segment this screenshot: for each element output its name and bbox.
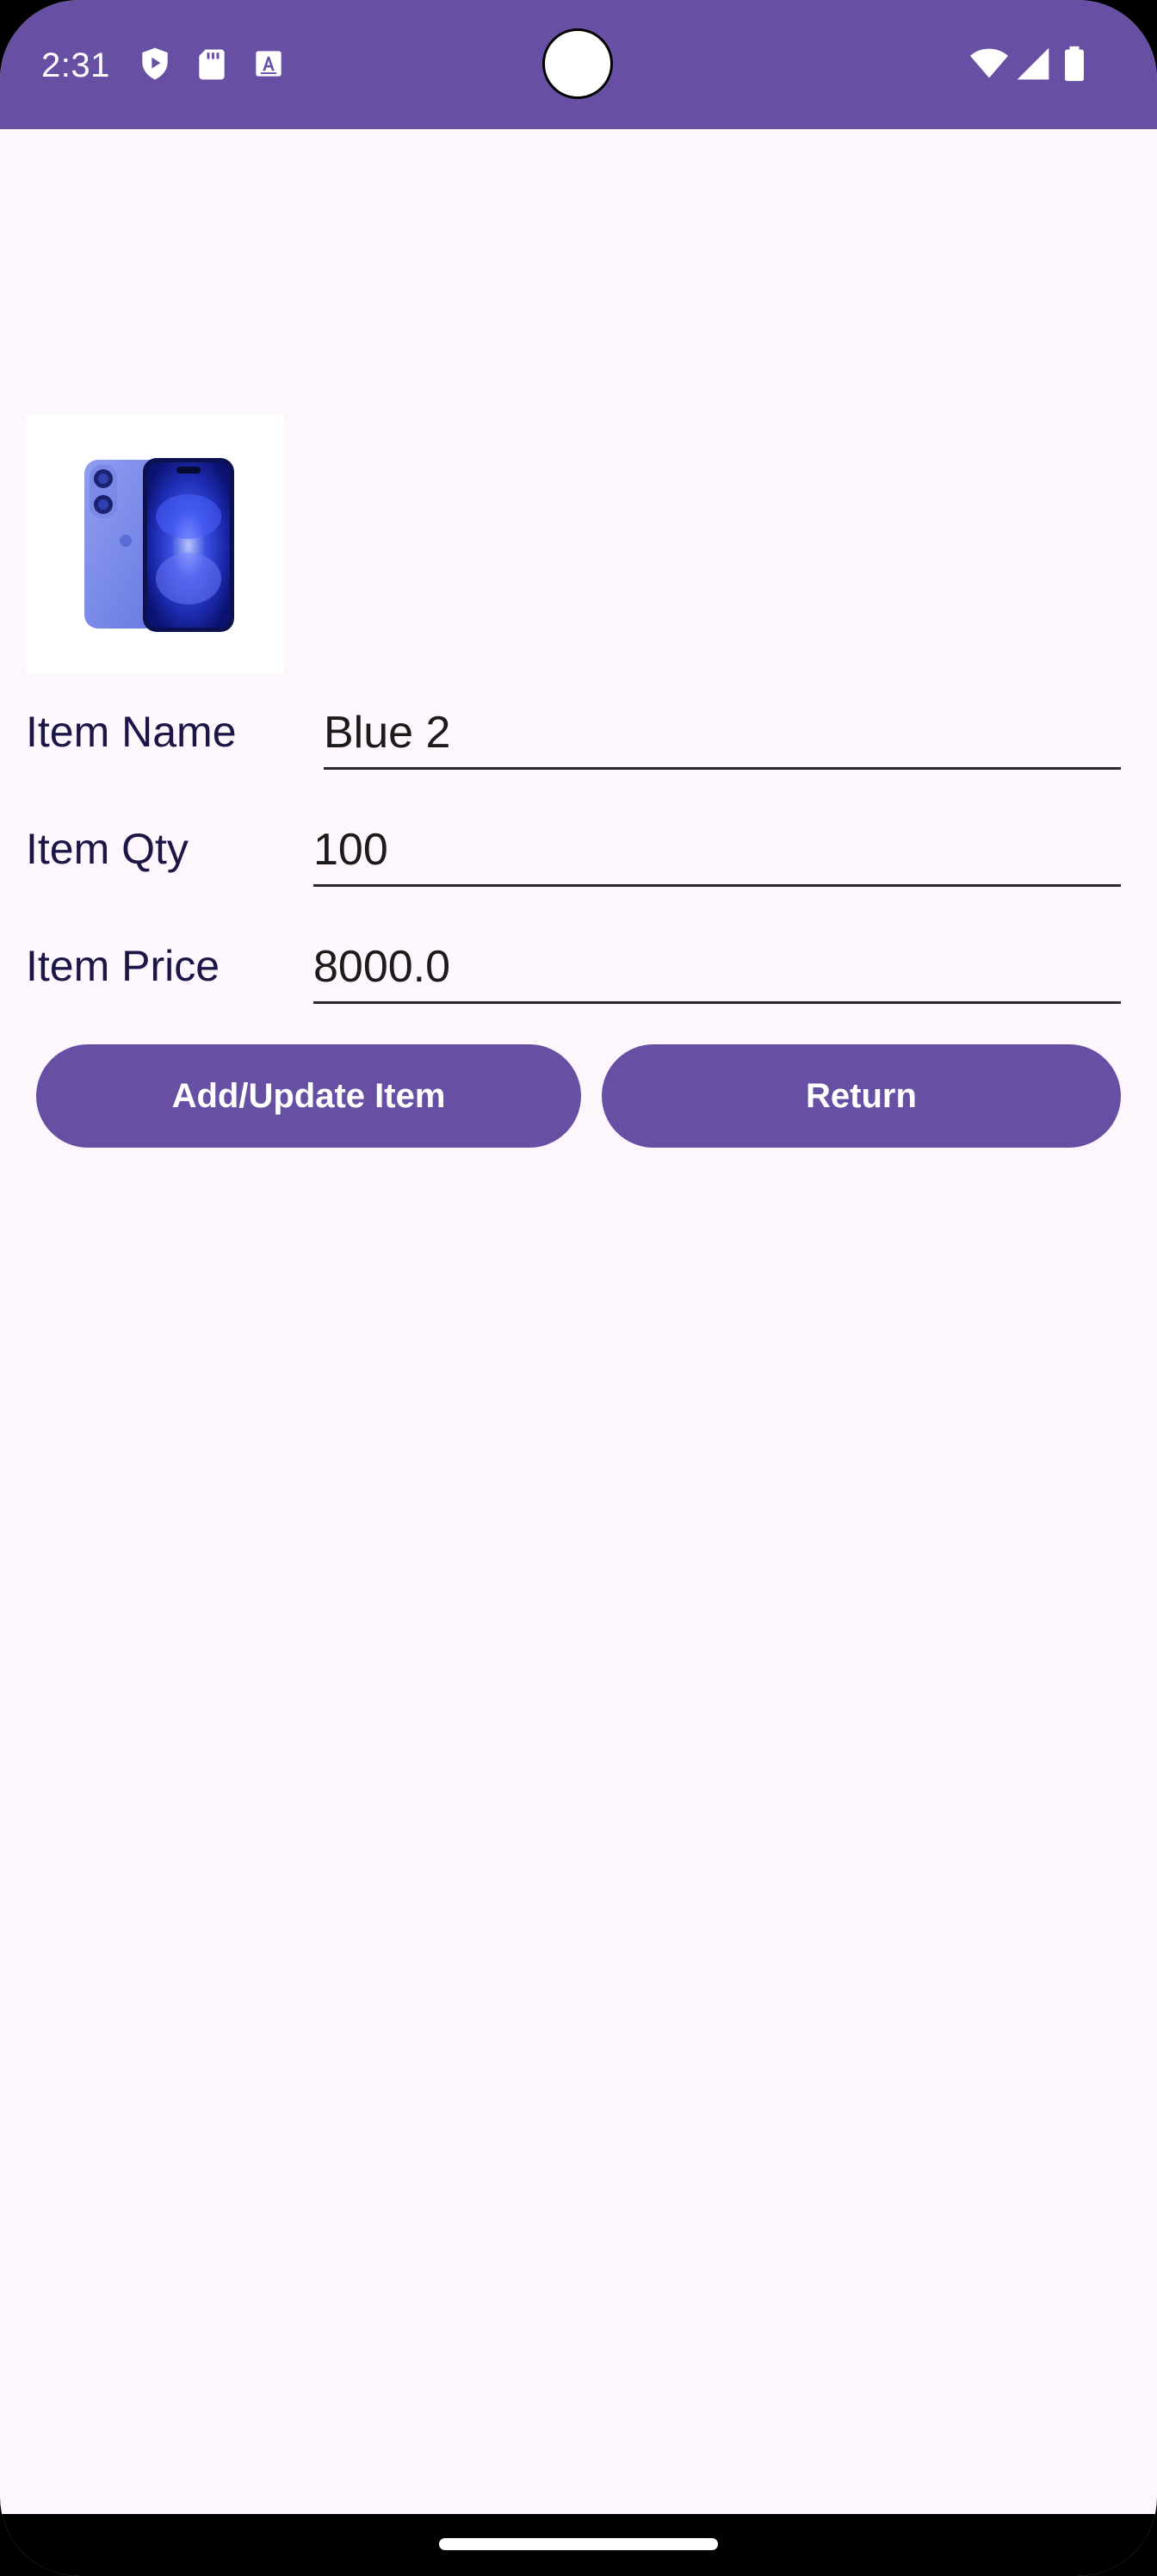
item-name-input[interactable]	[324, 697, 1121, 770]
front-camera-cutout	[542, 28, 613, 99]
product-image	[26, 415, 284, 673]
item-price-input[interactable]	[313, 932, 1121, 1004]
battery-icon	[1065, 46, 1084, 82]
item-qty-input[interactable]	[313, 814, 1121, 887]
home-gesture-handle[interactable]	[439, 2538, 718, 2550]
status-bar: 2:31	[0, 0, 1157, 129]
status-time: 2:31	[41, 46, 110, 84]
wifi-icon	[970, 48, 1008, 78]
return-button[interactable]: Return	[602, 1044, 1121, 1148]
keyboard-a-icon	[256, 51, 282, 77]
cellular-signal-icon	[1017, 47, 1049, 80]
add-update-item-button[interactable]: Add/Update Item	[36, 1044, 581, 1148]
item-qty-label: Item Qty	[26, 825, 189, 873]
app-screen: 2:31 Item Name Blue 2 Item Qty 100 Item …	[0, 0, 1157, 2576]
play-shield-icon	[142, 47, 168, 80]
phone-image	[84, 458, 234, 632]
item-price-label: Item Price	[26, 942, 220, 990]
sd-card-icon	[199, 49, 225, 80]
item-name-label: Item Name	[26, 708, 237, 756]
